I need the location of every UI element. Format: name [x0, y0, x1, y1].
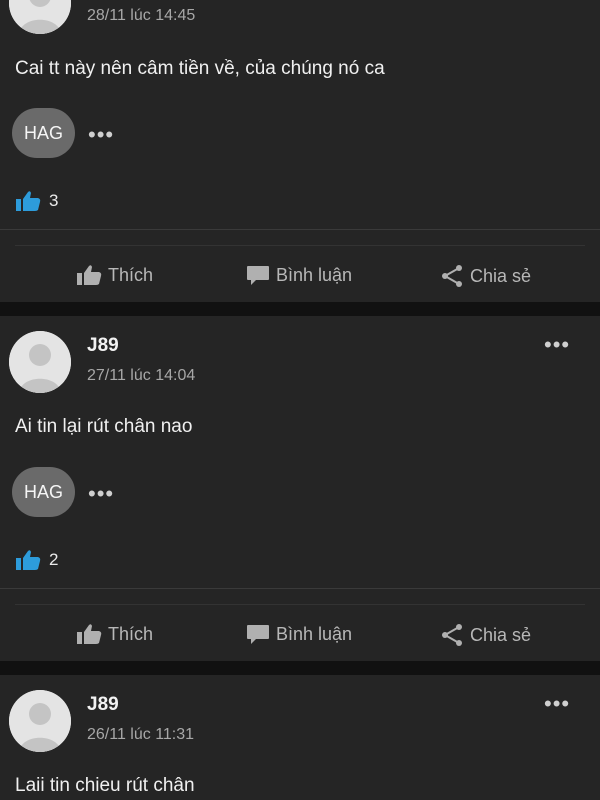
more-dots-icon[interactable]: •••: [544, 693, 570, 715]
post-author[interactable]: J89: [87, 335, 119, 357]
like-count[interactable]: 2: [15, 549, 58, 571]
post-content: Cai tt này nên câm tiền về, của chúng nó…: [15, 58, 385, 79]
thumbs-up-icon: [77, 624, 102, 644]
post-time: 28/11 lúc 14:45: [87, 7, 196, 24]
divider: [15, 245, 585, 246]
comment-button[interactable]: Bình luận: [246, 623, 352, 645]
thumbs-up-icon: [16, 550, 41, 570]
comment-button-label: Bình luận: [276, 623, 353, 644]
more-dots-icon[interactable]: •••: [544, 334, 570, 356]
like-button[interactable]: Thích: [76, 264, 153, 286]
tag-more-icon[interactable]: •••: [88, 483, 114, 505]
like-count-value: 2: [49, 550, 59, 569]
post-card: J89 26/11 lúc 11:31 ••• Laii tin chieu r…: [0, 675, 600, 800]
comment-bubble-icon: [247, 266, 269, 285]
share-button[interactable]: Chia sẻ: [440, 264, 531, 288]
like-button-label: Thích: [108, 623, 154, 644]
tag-more-icon[interactable]: •••: [88, 124, 114, 146]
post-card: 28/11 lúc 14:45 Cai tt này nên câm tiền …: [0, 0, 600, 302]
avatar[interactable]: [9, 690, 71, 752]
tag-chip[interactable]: HAG: [12, 467, 75, 517]
share-icon: [442, 624, 462, 646]
tag-chip[interactable]: HAG: [12, 108, 75, 158]
divider: [15, 604, 585, 605]
post-author[interactable]: J89: [87, 694, 119, 716]
post-content: Ai tin lại rút chân nao: [15, 416, 193, 437]
comment-button[interactable]: Bình luận: [246, 264, 352, 286]
comment-button-label: Bình luận: [276, 264, 353, 285]
thumbs-up-icon: [77, 265, 102, 285]
post-time: 27/11 lúc 14:04: [87, 367, 196, 384]
like-button[interactable]: Thích: [76, 623, 153, 645]
default-avatar-icon: [9, 690, 71, 752]
divider: [0, 588, 600, 589]
post-time: 26/11 lúc 11:31: [87, 726, 195, 743]
share-button[interactable]: Chia sẻ: [440, 623, 531, 647]
comment-bubble-icon: [247, 625, 269, 644]
share-button-label: Chia sẻ: [470, 265, 532, 286]
like-count-value: 3: [49, 191, 59, 210]
default-avatar-icon: [9, 331, 71, 393]
post-content: Laii tin chieu rút chân: [15, 775, 195, 796]
like-count[interactable]: 3: [15, 190, 58, 212]
default-avatar-icon: [9, 0, 71, 34]
like-button-label: Thích: [108, 264, 154, 285]
avatar[interactable]: [9, 0, 71, 34]
post-card: J89 27/11 lúc 14:04 ••• Ai tin lại rút c…: [0, 316, 600, 661]
share-icon: [442, 265, 462, 287]
share-button-label: Chia sẻ: [470, 624, 532, 645]
divider: [0, 229, 600, 230]
avatar[interactable]: [9, 331, 71, 393]
thumbs-up-icon: [16, 191, 41, 211]
